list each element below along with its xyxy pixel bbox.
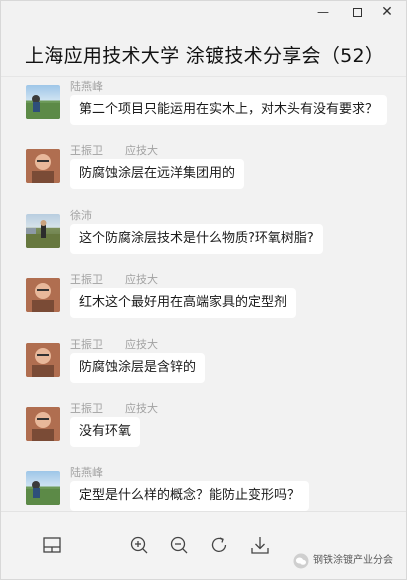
sender-name: 王振卫 xyxy=(70,338,103,351)
message-bubble[interactable]: 定型是什么样的概念？能防止变形吗？ xyxy=(70,481,310,511)
bottom-toolbar: 钢铁涂镀产业分会 xyxy=(1,512,406,579)
sender-name: 徐沛 xyxy=(70,209,92,222)
avatar[interactable] xyxy=(26,343,60,377)
maximize-icon xyxy=(352,8,362,17)
minimize-button[interactable]: — xyxy=(311,3,335,21)
sender-label: 王振卫 应技大 xyxy=(70,336,158,352)
message-bubble[interactable]: 红木这个最好用在高端家具的定型剂 xyxy=(70,288,297,318)
message-bubble[interactable]: 防腐蚀涂层是含锌的 xyxy=(70,353,206,383)
sender-label: 王振卫 应技大 xyxy=(70,400,158,416)
message-item: 王振卫 应技大 防腐蚀涂层是含锌的 xyxy=(1,335,406,395)
sender-label: 王振卫 应技大 xyxy=(70,271,158,287)
sender-org: 应技大 xyxy=(125,273,158,286)
message-item: 王振卫 应技大 没有环氧 xyxy=(1,399,406,459)
message-item: 陆燕峰 第二个项目只能运用在实木上，对木头有没有要求？ xyxy=(1,77,406,137)
sender-label: 陆燕峰 xyxy=(70,464,103,480)
close-button[interactable]: ✕ xyxy=(375,3,399,21)
sidebar-layout-icon[interactable] xyxy=(41,534,63,556)
sender-org: 应技大 xyxy=(125,144,158,157)
sender-org: 应技大 xyxy=(125,338,158,351)
message-bubble[interactable]: 没有环氧 xyxy=(70,417,141,447)
message-bubble[interactable]: 防腐蚀涂层在远洋集团用的 xyxy=(70,159,245,189)
sender-name: 陆燕峰 xyxy=(70,466,103,479)
sender-label: 徐沛 xyxy=(70,207,92,223)
sender-name: 陆燕峰 xyxy=(70,80,103,93)
rotate-icon[interactable] xyxy=(208,534,230,556)
message-item: 王振卫 应技大 防腐蚀涂层在远洋集团用的 xyxy=(1,141,406,201)
sender-name: 王振卫 xyxy=(70,402,103,415)
message-bubble[interactable]: 第二个项目只能运用在实木上，对木头有没有要求？ xyxy=(70,95,388,125)
avatar[interactable] xyxy=(26,407,60,441)
zoom-out-icon[interactable] xyxy=(168,534,190,556)
message-item: 王振卫 应技大 红木这个最好用在高端家具的定型剂 xyxy=(1,270,406,330)
sender-name: 王振卫 xyxy=(70,144,103,157)
wechat-account-icon xyxy=(293,553,309,569)
watermark-text: 钢铁涂镀产业分会 xyxy=(313,555,393,566)
avatar[interactable] xyxy=(26,278,60,312)
chat-title: 上海应用技术大学 涂镀技术分享会（52） xyxy=(25,45,385,67)
sender-name: 王振卫 xyxy=(70,273,103,286)
sender-org: 应技大 xyxy=(125,402,158,415)
avatar[interactable] xyxy=(26,85,60,119)
avatar[interactable] xyxy=(26,149,60,183)
download-icon[interactable] xyxy=(249,534,271,556)
message-item: 陆燕峰 定型是什么样的概念？能防止变形吗？ xyxy=(1,463,406,511)
message-list[interactable]: 陆燕峰 第二个项目只能运用在实木上，对木头有没有要求？ 王振卫 应技大 防腐蚀涂层… xyxy=(1,77,406,511)
avatar[interactable] xyxy=(26,471,60,505)
title-bar: — ✕ xyxy=(1,1,406,23)
sender-label: 陆燕峰 xyxy=(70,78,103,94)
message-item: 徐沛 这个防腐涂层技术是什么物质?环氧树脂? xyxy=(1,206,406,266)
avatar[interactable] xyxy=(26,214,60,248)
maximize-button[interactable] xyxy=(345,3,369,21)
zoom-in-icon[interactable] xyxy=(128,534,150,556)
sender-label: 王振卫 应技大 xyxy=(70,142,158,158)
message-bubble[interactable]: 这个防腐涂层技术是什么物质?环氧树脂? xyxy=(70,224,323,254)
chat-window: — ✕ 上海应用技术大学 涂镀技术分享会（52） 陆燕峰 第二个项目只能运用在实… xyxy=(0,0,407,580)
